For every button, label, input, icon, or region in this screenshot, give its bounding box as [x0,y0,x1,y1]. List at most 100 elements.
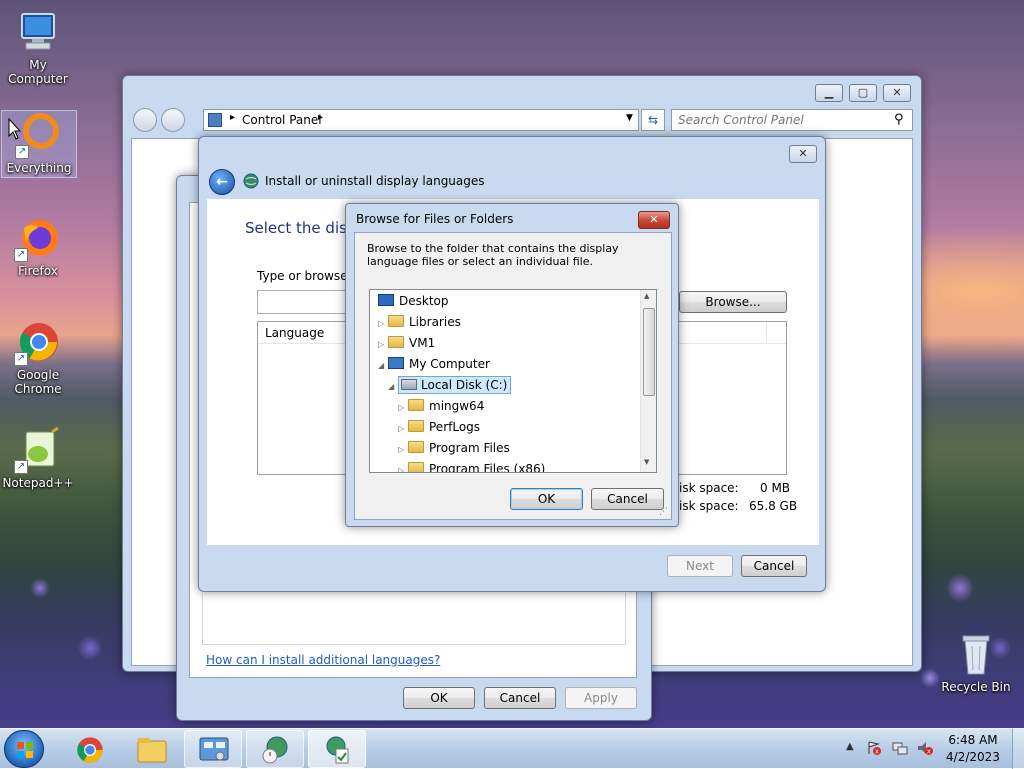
column-header-language[interactable]: Language [265,326,324,340]
desktop-icon-google-chrome[interactable]: ↗ Google Chrome [0,318,76,396]
tree-item-mingw64[interactable]: ▷ mingw64 [398,396,484,416]
chrome-icon [77,737,103,763]
expand-arrow-icon[interactable]: ▷ [398,419,408,439]
next-button[interactable]: Next [667,555,733,577]
drive-icon [401,379,417,390]
prompt-label: Type or browse t [257,269,357,283]
tree-item-my-computer[interactable]: ◢ My Computer [378,354,490,374]
expand-arrow-icon[interactable]: ▷ [378,335,388,355]
desktop-icon-my-computer[interactable]: My Computer [0,8,76,86]
folder-tree[interactable]: Desktop ▷ Libraries ▷ VM1 ◢ My Computer ◢ Lo… [369,289,657,473]
back-button[interactable] [133,108,157,132]
desktop-icon-recycle-bin[interactable]: Recycle Bin [938,630,1014,694]
desktop-folder-icon [378,294,394,306]
expand-arrow-icon[interactable]: ▷ [398,461,408,472]
taskbar-control-panel[interactable] [184,730,242,768]
taskbar-region-language[interactable] [246,730,304,768]
expand-arrow-icon[interactable]: ▷ [378,314,388,334]
browse-button[interactable]: Browse... [679,291,787,313]
start-button[interactable] [4,730,44,768]
desktop-icon-label: Recycle Bin [941,680,1011,694]
shortcut-arrow-icon: ↗ [14,248,28,262]
collapse-arrow-icon[interactable]: ◢ [378,356,388,376]
expand-arrow-icon[interactable]: ▷ [398,398,408,418]
close-button[interactable]: ✕ [883,84,911,102]
breadcrumb-chevron-icon: ▸ [230,112,236,123]
address-bar[interactable]: ▸ Control Panel ▸ ▼ [203,109,639,131]
taskbar-chrome[interactable] [60,730,118,768]
apply-button[interactable]: Apply [565,687,637,709]
tree-item-local-disk[interactable]: ◢ Local Disk (C:) [388,375,512,397]
tree-item-program-files-x86[interactable]: ▷ Program Files (x86) [398,459,545,472]
breadcrumb[interactable]: Control Panel [242,113,322,127]
install-languages-link[interactable]: How can I install additional languages? [206,653,440,667]
desktop-icon-label: Firefox [18,264,58,278]
scroll-thumb[interactable] [643,308,655,396]
clock-date[interactable]: 4/2/2023 [942,750,1004,764]
show-hidden-icons-icon[interactable]: ▲ [846,741,854,752]
desktop-icon-label: My Computer [8,58,68,86]
collapse-arrow-icon[interactable]: ◢ [388,377,398,397]
panel-frame [202,593,626,645]
folder-icon [408,399,424,411]
cancel-button[interactable]: Cancel [484,687,556,709]
action-center-icon[interactable]: x [866,740,882,756]
desktop-icon-firefox[interactable]: ↗ Firefox [0,214,76,278]
clock-time[interactable]: 6:48 AM [942,733,1004,747]
folder-icon [408,462,424,472]
breadcrumb-chevron-icon[interactable]: ▸ [318,112,323,123]
computer-icon [388,357,404,369]
cancel-button[interactable]: Cancel [591,488,664,510]
browse-description: Browse to the folder that contains the d… [367,242,619,268]
windows-logo-icon [17,742,33,758]
maximize-button[interactable]: ▢ [849,84,877,102]
close-button[interactable]: ✕ [789,145,817,163]
back-arrow-icon[interactable]: ← [209,169,235,195]
libraries-icon [388,315,404,327]
scroll-up-icon[interactable]: ▲ [644,292,649,300]
shortcut-arrow-icon: ↗ [15,145,29,159]
chevron-down-icon[interactable]: ▼ [626,113,633,123]
everything-icon: ↗ [15,111,63,159]
tree-item-libraries[interactable]: ▷ Libraries [378,312,461,332]
tree-item-perflogs[interactable]: ▷ PerfLogs [398,417,480,437]
svg-text:x: x [875,748,879,756]
available-disk-space-label: isk space: [679,499,739,513]
ok-button[interactable]: OK [403,687,475,709]
tree-item-desktop[interactable]: Desktop [378,291,449,311]
refresh-button[interactable]: ⇆ [641,109,665,131]
scroll-down-icon[interactable]: ▼ [644,458,649,466]
browse-dialog: Browse for Files or Folders ✕ Browse to … [345,203,679,527]
chrome-icon: ↗ [14,318,62,366]
close-button[interactable]: ✕ [638,211,670,229]
network-icon[interactable] [892,740,908,756]
desktop-icon-notepadpp[interactable]: ↗ Notepad++ [0,426,76,490]
search-icon: ⚲ [894,112,904,127]
show-desktop-button[interactable] [1012,729,1024,769]
ok-button[interactable]: OK [510,488,583,510]
minimize-button[interactable]: ▁ [815,84,843,102]
forward-button[interactable] [161,108,185,132]
required-disk-space-label: isk space: [679,481,739,495]
cancel-button[interactable]: Cancel [741,555,807,577]
available-disk-space-value: 65.8 GB [749,499,798,513]
search-input[interactable] [676,112,886,128]
desktop-icon-label: Everything [6,161,72,175]
required-disk-space-value: 0 MB [760,481,791,495]
taskbar-install-languages[interactable] [308,730,366,768]
svg-text:x: x [927,748,931,756]
desktop-icon-label: Notepad++ [2,476,74,490]
scrollbar[interactable]: ▲ ▼ [640,290,656,472]
computer-icon [14,8,62,56]
search-box[interactable]: ⚲ [671,109,913,131]
expand-arrow-icon[interactable]: ▷ [398,440,408,460]
column-divider [766,322,767,344]
taskbar-explorer[interactable] [122,730,180,768]
page-title: Select the disp [245,219,357,237]
resize-grip-icon[interactable]: ⋰ [659,507,668,517]
volume-muted-icon[interactable]: x [916,740,934,756]
tree-item-vm1[interactable]: ▷ VM1 [378,333,435,353]
tree-item-program-files[interactable]: ▷ Program Files [398,438,510,458]
recycle-bin-icon [952,630,1000,678]
user-folder-icon [388,336,404,348]
